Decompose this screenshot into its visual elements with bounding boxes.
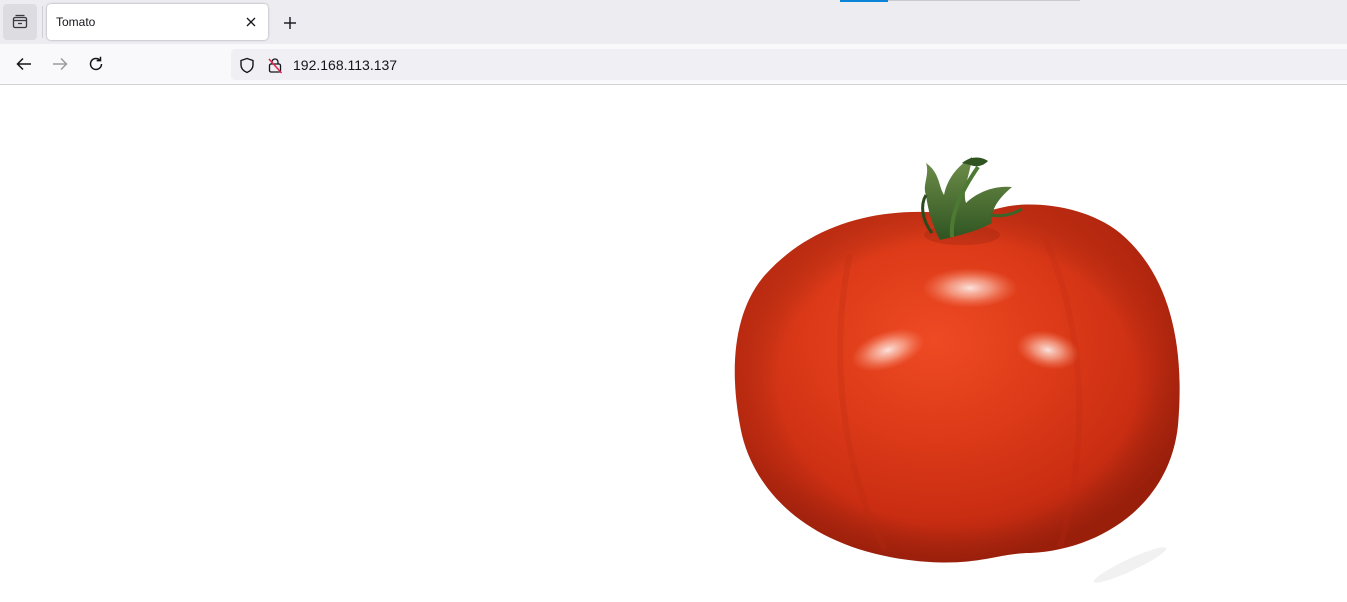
- tomato-image: [734, 157, 1180, 583]
- back-button[interactable]: [12, 52, 36, 76]
- close-tab-button[interactable]: [242, 13, 260, 31]
- tracking-protection-button[interactable]: [238, 56, 256, 74]
- forward-button[interactable]: [48, 52, 72, 76]
- reload-button[interactable]: [84, 52, 108, 76]
- arrow-right-icon: [53, 57, 68, 71]
- plus-icon: [284, 17, 296, 29]
- tab-strip-divider: [42, 6, 43, 38]
- site-identity-button[interactable]: [266, 56, 284, 74]
- reload-icon: [89, 56, 103, 71]
- tab-title: Tomato: [56, 15, 96, 29]
- browser-window: Tomato 192.168.113.137: [0, 0, 1347, 602]
- arrow-left-icon: [16, 57, 31, 71]
- close-icon: [246, 17, 256, 27]
- tab-list-button[interactable]: [3, 4, 37, 40]
- drag-region-line: [888, 0, 1080, 1]
- address-bar[interactable]: 192.168.113.137: [231, 49, 1347, 80]
- url-text[interactable]: 192.168.113.137: [293, 57, 397, 73]
- tab-strip: Tomato: [0, 0, 1347, 44]
- page-content: [0, 85, 1347, 602]
- shield-icon: [240, 57, 254, 73]
- navigation-toolbar: 192.168.113.137: [0, 44, 1347, 84]
- drag-region-accent: [840, 0, 888, 2]
- new-tab-button[interactable]: [278, 11, 302, 35]
- lock-strike-icon: [268, 57, 283, 74]
- tab-tomato[interactable]: Tomato: [47, 4, 268, 40]
- tab-list-icon: [12, 14, 28, 29]
